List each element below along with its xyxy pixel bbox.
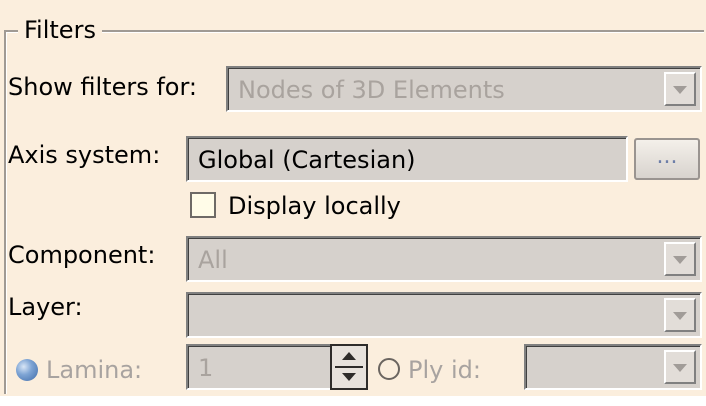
lamina-radio[interactable] [16,359,38,381]
spin-up-icon [342,352,356,360]
ply-id-dropdown[interactable] [524,344,702,390]
spin-down-icon [342,373,356,381]
ply-id-dropdown-button[interactable] [664,350,696,384]
ply-id-label: Ply id: [408,356,481,384]
axis-system-label: Axis system: [8,141,161,169]
spin-divider [335,366,363,368]
axis-system-field[interactable]: Global (Cartesian) [186,136,628,182]
display-locally-checkbox[interactable] [190,192,216,218]
layer-dropdown[interactable] [186,292,702,338]
component-dropdown-inner [188,238,700,280]
filters-group-title: Filters [18,16,102,44]
layer-label: Layer: [8,293,83,321]
ply-id-radio[interactable] [378,358,400,380]
display-locally-label: Display locally [228,192,401,220]
lamina-label: Lamina: [46,356,143,384]
axis-system-browse-button[interactable]: ... [634,138,700,180]
filters-panel: Filters Show filters for: Nodes of 3D El… [0,0,706,400]
show-filters-dropdown-button[interactable] [664,72,696,106]
chevron-down-icon [673,256,687,264]
component-label: Component: [8,241,156,269]
lamina-value: 1 [198,354,214,382]
axis-system-value: Global (Cartesian) [198,146,416,174]
component-value: All [198,246,228,274]
show-filters-dropdown[interactable]: Nodes of 3D Elements [226,66,702,112]
lamina-spinner[interactable] [330,344,368,390]
layer-dropdown-inner [188,294,700,336]
component-dropdown[interactable]: All [186,236,702,282]
show-filters-label: Show filters for: [8,73,198,101]
chevron-down-icon [673,364,687,372]
chevron-down-icon [673,312,687,320]
lamina-input[interactable]: 1 [186,344,332,390]
component-dropdown-button[interactable] [664,242,696,276]
layer-dropdown-button[interactable] [664,298,696,332]
show-filters-value: Nodes of 3D Elements [238,76,505,104]
chevron-down-icon [673,86,687,94]
